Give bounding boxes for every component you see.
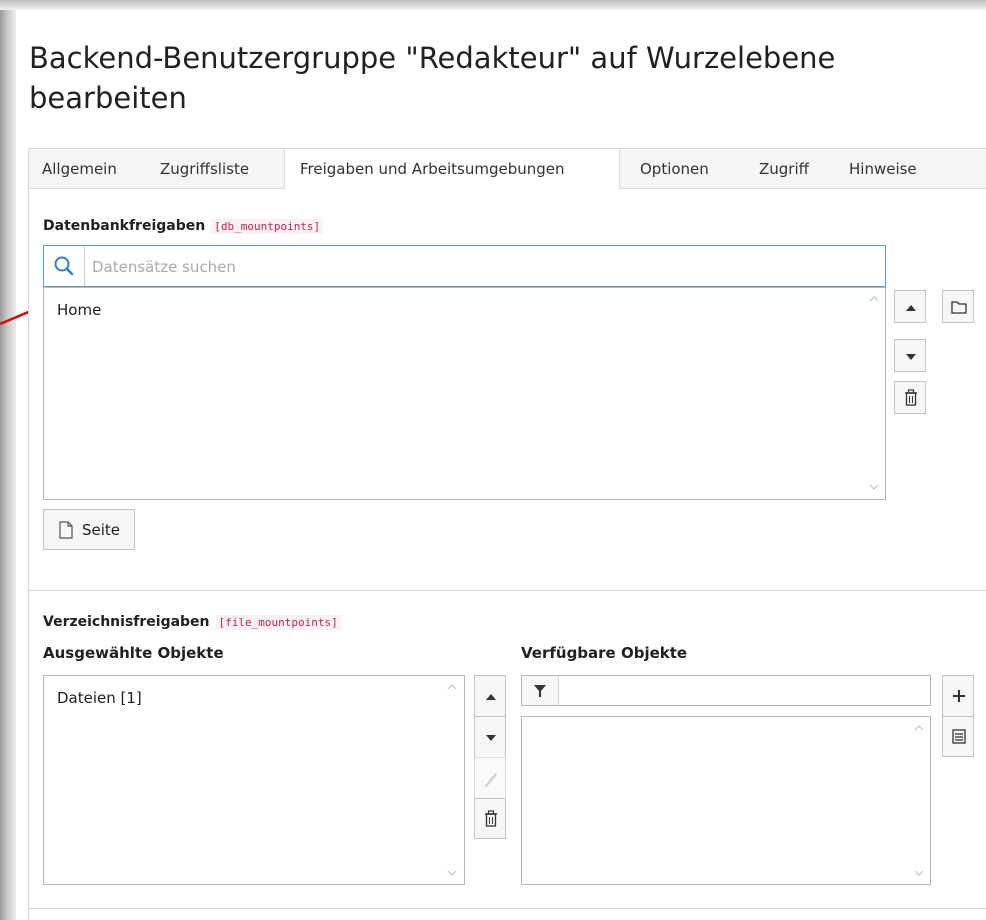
tab-bar: Allgemein Zugriffsliste Freigaben und Ar… — [28, 148, 986, 189]
window-shadow-top — [0, 0, 986, 10]
scroll-up-icon[interactable] — [868, 294, 880, 304]
file-mounts-available-list[interactable] — [521, 716, 931, 885]
file-mounts-label: Verzeichnisfreigaben [file_mountpoints] — [43, 614, 341, 630]
caret-up-icon — [486, 694, 496, 700]
caret-down-icon — [486, 735, 496, 741]
scroll-down-icon[interactable] — [446, 868, 458, 878]
scroll-down-icon[interactable] — [868, 482, 880, 492]
available-objects-filter-input[interactable] — [562, 680, 926, 702]
db-mounts-selected-list[interactable]: Home — [43, 287, 886, 500]
folder-icon — [951, 301, 967, 314]
tab-hinweise[interactable]: Hinweise — [849, 149, 917, 189]
page-icon — [59, 521, 73, 539]
tab-allgemein[interactable]: Allgemein — [42, 149, 117, 189]
page-title-line-2: bearbeiten — [29, 81, 187, 115]
selected-objects-header: Ausgewählte Objekte — [43, 644, 224, 662]
db-mounts-label-text: Datenbankfreigaben — [43, 218, 206, 234]
caret-up-icon — [906, 305, 916, 311]
scroll-up-icon[interactable] — [446, 682, 458, 692]
file-mounts-field-name: [file_mountpoints] — [215, 615, 341, 630]
scroll-up-icon[interactable] — [913, 723, 925, 733]
file-mounts-label-text: Verzeichnisfreigaben — [43, 614, 210, 630]
tab-freigaben-und-arbeitsumgebungen[interactable]: Freigaben und Arbeitsumgebungen — [284, 148, 620, 189]
list-item[interactable]: Dateien [1] — [57, 689, 142, 707]
scroll-down-icon[interactable] — [913, 868, 925, 878]
available-objects-header: Verfügbare Objekte — [521, 644, 688, 662]
delete-button[interactable] — [894, 381, 926, 414]
trash-icon — [485, 810, 497, 827]
add-button[interactable] — [942, 675, 974, 716]
move-up-button[interactable] — [474, 675, 506, 716]
trash-icon — [905, 389, 917, 406]
section-divider — [28, 590, 986, 591]
plus-icon — [953, 690, 965, 702]
move-down-button[interactable] — [474, 716, 506, 757]
db-mounts-label: Datenbankfreigaben [db_mountpoints] — [43, 218, 324, 234]
add-page-button[interactable]: Seite — [43, 509, 135, 550]
list-view-button[interactable] — [942, 716, 974, 757]
search-icon[interactable] — [44, 246, 85, 286]
window-shadow-left — [0, 0, 16, 920]
page-title: Backend-Benutzergruppe "Redakteur" auf W… — [29, 38, 929, 118]
browse-records-button[interactable] — [942, 290, 974, 323]
tab-zugriffsliste[interactable]: Zugriffsliste — [160, 149, 249, 189]
page-title-line-1: Backend-Benutzergruppe "Redakteur" auf W… — [29, 41, 836, 75]
delete-button[interactable] — [474, 798, 506, 839]
list-icon — [952, 729, 966, 744]
file-mounts-selected-list[interactable]: Dateien [1] — [43, 675, 465, 885]
list-item[interactable]: Home — [57, 301, 101, 319]
edit-button[interactable] — [474, 757, 506, 798]
move-up-button[interactable] — [894, 290, 926, 323]
db-mounts-search-input[interactable] — [90, 254, 874, 280]
caret-down-icon — [906, 354, 916, 360]
available-objects-filter[interactable] — [521, 675, 931, 706]
pencil-icon — [484, 772, 498, 788]
tab-zugriff[interactable]: Zugriff — [759, 149, 809, 189]
db-mounts-search-field[interactable] — [43, 245, 886, 287]
filter-icon — [522, 676, 559, 705]
move-down-button[interactable] — [894, 339, 926, 372]
tab-optionen[interactable]: Optionen — [640, 149, 709, 189]
section-divider-bottom — [28, 908, 986, 909]
add-page-button-label: Seite — [82, 521, 121, 539]
db-mounts-field-name: [db_mountpoints] — [211, 219, 324, 234]
